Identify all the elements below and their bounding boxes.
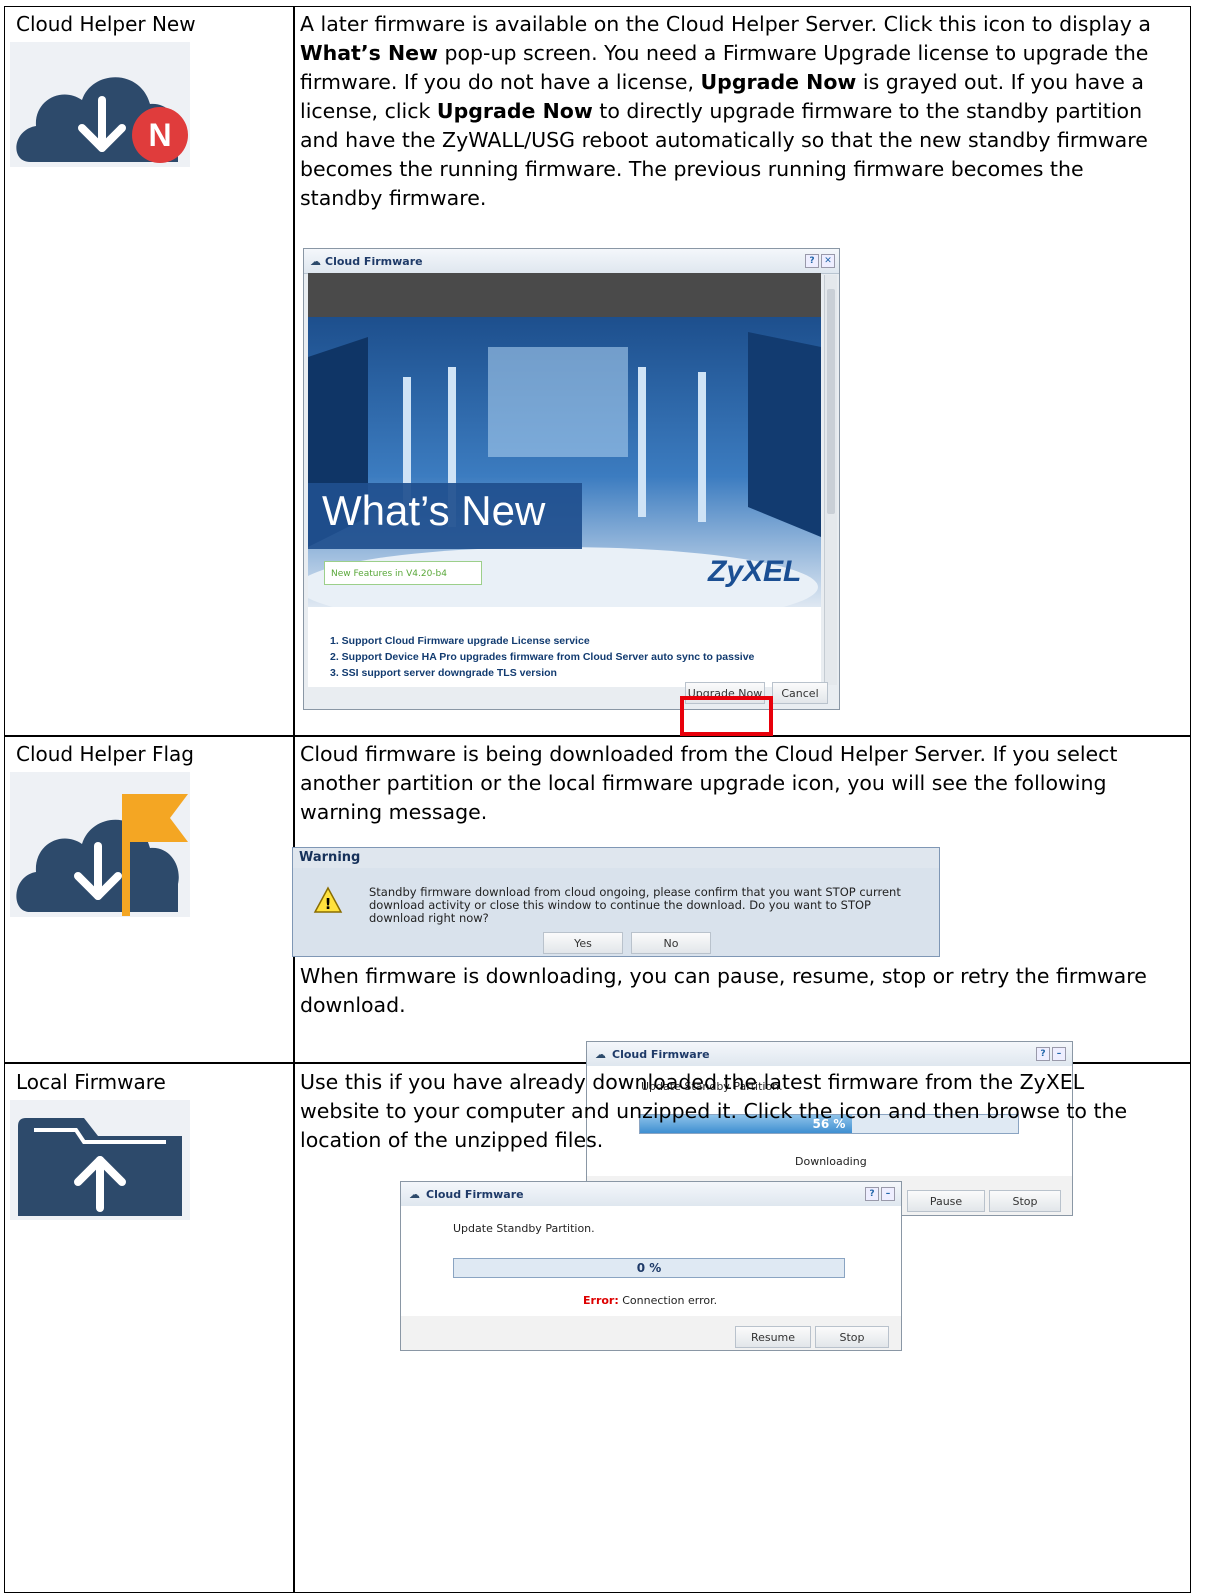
dialog-title: Cloud Firmware <box>426 1187 524 1201</box>
help-icon[interactable]: ? <box>1036 1047 1050 1061</box>
folder-upload-icon <box>10 1100 190 1592</box>
cloud-helper-new-description: A later firmware is available on the Clo… <box>300 12 1151 210</box>
version-badge: New Features in V4.20-b4 <box>324 561 482 585</box>
dialog-titlebar: ☁ Cloud Firmware ? ✕ <box>304 249 839 274</box>
no-button[interactable]: No <box>631 932 711 954</box>
local-firmware-description: Use this if you have already downloaded … <box>300 1070 1128 1152</box>
pause-button[interactable]: Pause <box>907 1190 985 1212</box>
scrollbar-thumb[interactable] <box>827 289 835 514</box>
svg-text:!: ! <box>325 895 332 913</box>
download-status: Downloading <box>795 1155 867 1168</box>
warning-dialog: Warning ! Standby firmware download from… <box>292 847 940 957</box>
error-text: Connection error. <box>618 1294 718 1307</box>
download-controls-description: When firmware is downloading, you can pa… <box>300 964 1147 1017</box>
dialog-titlebar: ☁ Cloud Firmware ? – <box>587 1042 1072 1067</box>
cloud-icon: ☁ <box>409 1187 420 1201</box>
warning-title: Warning <box>299 850 361 865</box>
help-icon[interactable]: ? <box>805 254 819 268</box>
error-message: Error: Connection error. <box>583 1294 717 1307</box>
scrollbar[interactable] <box>824 275 837 685</box>
stop-button[interactable]: Stop <box>989 1190 1061 1212</box>
feature-item: 1. Support Cloud Firmware upgrade Licens… <box>330 635 590 647</box>
warning-message: Standby firmware download from cloud ong… <box>369 885 901 925</box>
cloud-download-new-icon: N <box>10 42 190 167</box>
column-divider <box>293 7 295 1592</box>
row-label-cloud-helper-flag: Cloud Helper Flag <box>16 742 194 766</box>
cloud-icon: ☁ <box>310 254 321 268</box>
new-badge: N <box>148 117 171 153</box>
cancel-button[interactable]: Cancel <box>772 682 828 704</box>
whats-new-heading: What’s New <box>322 487 546 534</box>
feature-list: 1. Support Cloud Firmware upgrade Licens… <box>330 633 754 681</box>
highlight-box <box>680 696 773 736</box>
minimize-icon[interactable]: – <box>881 1187 895 1201</box>
feature-item: 2. Support Device HA Pro upgrades firmwa… <box>330 651 755 663</box>
yes-button[interactable]: Yes <box>543 932 623 954</box>
dialog-title: Cloud Firmware <box>612 1047 710 1061</box>
cloud-icon: ☁ <box>595 1047 606 1061</box>
help-icon[interactable]: ? <box>865 1187 879 1201</box>
dialog-titlebar: ☁ Cloud Firmware ? – <box>401 1182 901 1207</box>
row-label-cloud-helper-new: Cloud Helper New <box>16 12 196 36</box>
minimize-icon[interactable]: – <box>1052 1047 1066 1061</box>
progress-percent: 0 % <box>636 1261 662 1275</box>
error-dialog: ☁ Cloud Firmware ? – Update Standby Part… <box>400 1181 902 1351</box>
error-prefix: Error: <box>583 1294 619 1307</box>
row-divider <box>5 735 1190 737</box>
close-icon[interactable]: ✕ <box>821 254 835 268</box>
zyxel-logo: ZyXEL <box>708 555 802 588</box>
whats-new-content: What’s New New Features in V4.20-b4 ZyXE… <box>308 273 821 687</box>
cloud-helper-flag-description: Cloud firmware is being downloaded from … <box>300 742 1118 824</box>
cloud-download-flag-icon <box>10 772 190 917</box>
whats-new-dialog: ☁ Cloud Firmware ? ✕ What’s New New Feat… <box>303 248 840 710</box>
feature-item: 3. SSI support server downgrade TLS vers… <box>330 667 557 679</box>
update-text: Update Standby Partition. <box>453 1222 595 1235</box>
warning-icon: ! <box>313 886 343 913</box>
error-progress-bar: 0 % <box>453 1258 845 1278</box>
resume-button[interactable]: Resume <box>735 1326 811 1348</box>
dialog-title: Cloud Firmware <box>325 254 423 268</box>
stop-button[interactable]: Stop <box>815 1326 889 1348</box>
row-label-local-firmware: Local Firmware <box>16 1070 166 1094</box>
